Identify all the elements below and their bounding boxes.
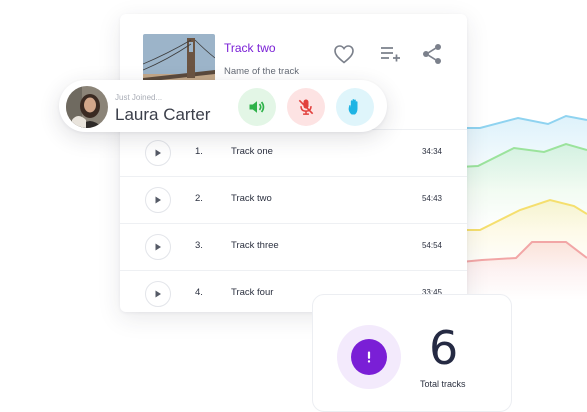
total-tracks-label: Total tracks <box>420 379 466 389</box>
track-row[interactable]: 1. Track one 34:34 <box>120 129 467 176</box>
track-row[interactable]: 3. Track three 54:54 <box>120 223 467 270</box>
play-icon[interactable] <box>145 281 171 307</box>
track-number: 1. <box>195 146 203 157</box>
total-tracks-count: 6 <box>429 321 459 375</box>
mic-off-icon <box>298 99 314 115</box>
mute-mic-button[interactable] <box>287 88 325 126</box>
play-icon[interactable] <box>145 187 171 213</box>
track-name[interactable]: Track one <box>231 146 273 157</box>
track-list: 1. Track one 34:34 2. Track two 54:43 3.… <box>120 129 467 317</box>
track-duration: 34:34 <box>421 147 442 156</box>
avatar <box>66 86 108 128</box>
join-notification: Just Joined... Laura Carter <box>59 80 387 132</box>
alert-icon <box>337 325 401 389</box>
track-number: 3. <box>195 240 203 251</box>
player-card: Track two Name of the track 1. Track one… <box>120 14 467 312</box>
track-row[interactable]: 2. Track two 54:43 <box>120 176 467 223</box>
play-icon[interactable] <box>145 234 171 260</box>
now-playing-subtitle: Name of the track <box>224 66 299 77</box>
joined-label: Just Joined... <box>115 93 163 102</box>
playlist-add-icon[interactable] <box>378 42 402 66</box>
track-number: 2. <box>195 193 203 204</box>
now-playing-title[interactable]: Track two <box>224 41 276 55</box>
heart-icon[interactable] <box>332 42 356 66</box>
volume-icon <box>249 101 265 113</box>
raise-hand-button[interactable] <box>336 88 374 126</box>
track-name[interactable]: Track four <box>231 287 273 298</box>
track-number: 4. <box>195 287 203 298</box>
track-duration: 54:54 <box>421 241 442 250</box>
total-tracks-card: 6 Total tracks <box>312 294 512 412</box>
hand-icon <box>348 99 358 115</box>
play-icon[interactable] <box>145 140 171 166</box>
speaker-button[interactable] <box>238 88 276 126</box>
share-icon[interactable] <box>420 42 444 66</box>
track-name[interactable]: Track two <box>231 193 272 204</box>
track-duration: 54:43 <box>421 194 442 203</box>
track-name[interactable]: Track three <box>231 240 279 251</box>
joined-user-name: Laura Carter <box>115 105 211 124</box>
